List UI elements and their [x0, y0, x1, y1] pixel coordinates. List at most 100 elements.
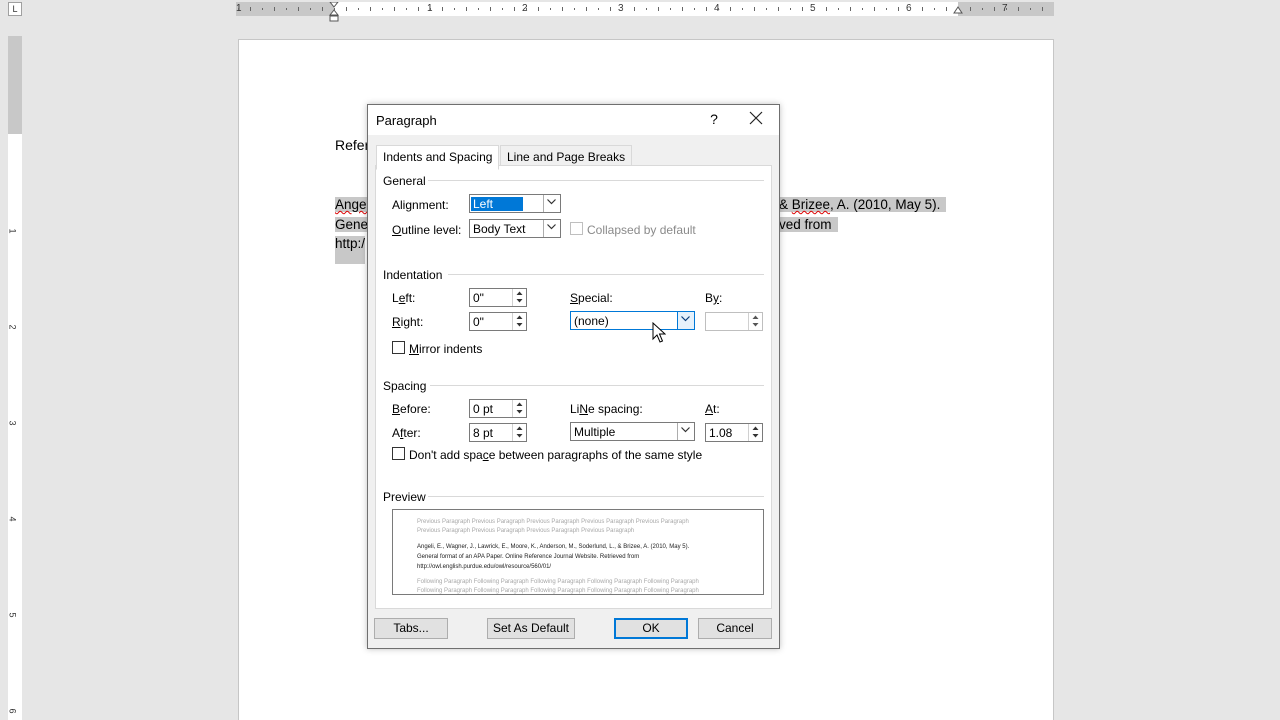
tab-line-and-page-breaks[interactable]: Line and Page Breaks — [500, 145, 633, 167]
before-spacing-value: 0 pt — [473, 402, 494, 416]
spin-down-icon[interactable] — [513, 297, 526, 305]
outline-level-label: Outline level: — [392, 223, 461, 237]
document-text-line: Gene — [335, 217, 369, 232]
document-text-line: http:/ — [335, 236, 366, 264]
ruler-tick — [778, 7, 779, 11]
label-part: Li — [570, 402, 580, 416]
spin-up-icon[interactable] — [513, 424, 526, 432]
preview-following-line: Following Paragraph Following Paragraph … — [417, 579, 699, 585]
stepper-buttons[interactable] — [512, 424, 526, 441]
ruler-tick — [538, 7, 539, 11]
ruler-tick — [454, 8, 455, 10]
collapsed-by-default-checkbox[interactable] — [570, 222, 583, 235]
outline-level-select[interactable]: Body Text — [469, 219, 561, 238]
spin-down-icon[interactable] — [749, 432, 762, 440]
spin-up-icon[interactable] — [513, 289, 526, 297]
stepper-buttons[interactable] — [512, 400, 526, 417]
spin-down-icon[interactable] — [513, 432, 526, 440]
by-label: By: — [705, 291, 722, 305]
spin-up-icon[interactable] — [513, 313, 526, 321]
line-spacing-label: LiNe spacing: — [570, 402, 643, 416]
chevron-down-icon[interactable] — [543, 195, 560, 212]
ruler-tick — [934, 8, 935, 10]
ruler-number: 4 — [7, 516, 18, 522]
tab-indents-and-spacing[interactable]: Indents and Spacing — [376, 145, 500, 170]
ruler-tick — [886, 8, 887, 10]
horizontal-ruler[interactable]: 1 1 2 3 4 5 6 7 — [236, 2, 1054, 22]
stepper-buttons[interactable] — [512, 313, 526, 330]
ruler-tick — [1030, 8, 1031, 10]
ruler-tick — [1006, 8, 1007, 10]
stepper-buttons[interactable] — [512, 289, 526, 306]
dont-add-space-checkbox[interactable] — [392, 447, 405, 460]
ruler-top-margin — [8, 36, 22, 134]
spin-down-icon[interactable] — [749, 321, 762, 329]
label-part: N — [579, 402, 589, 416]
left-indent-stepper[interactable]: 0" — [469, 288, 527, 307]
spin-down-icon[interactable] — [513, 321, 526, 329]
ruler-tick — [262, 8, 263, 10]
alignment-select[interactable]: Left — [469, 194, 561, 213]
label-part: nment: — [412, 198, 449, 212]
chevron-down-icon[interactable] — [677, 312, 694, 329]
left-indent-value: 0" — [473, 291, 484, 305]
help-button[interactable]: ? — [706, 111, 722, 127]
ruler-tick — [406, 8, 407, 10]
preview-text-line: Angeli, E., Wagner, J., Lawrick, E., Moo… — [417, 544, 690, 550]
at-stepper[interactable]: 1.08 — [705, 423, 763, 442]
ruler-tick — [730, 7, 731, 11]
ok-button[interactable]: OK — [614, 618, 688, 639]
mouse-pointer-icon — [652, 322, 666, 343]
ruler-number: 1 — [7, 228, 18, 234]
ruler-tick — [1018, 7, 1019, 11]
document-text: Brizee — [791, 197, 831, 212]
stepper-buttons[interactable] — [748, 313, 762, 330]
right-indent-value: 0" — [473, 315, 484, 329]
label-part: pecial: — [578, 291, 613, 305]
ruler-tick — [718, 8, 719, 10]
ruler-tick — [766, 8, 767, 10]
ruler-tick — [598, 8, 599, 10]
right-indent-marker-icon[interactable] — [953, 4, 963, 14]
label-part: A — [705, 402, 714, 416]
right-indent-stepper[interactable]: 0" — [469, 312, 527, 331]
after-spacing-value: 8 pt — [473, 426, 494, 440]
tabs-button[interactable]: Tabs... — [374, 618, 448, 639]
chevron-down-icon[interactable] — [543, 220, 560, 237]
document-text-line: Angel — [335, 197, 370, 212]
vertical-ruler[interactable]: 1 2 3 4 5 6 — [8, 36, 22, 720]
ruler-tick — [358, 8, 359, 10]
spin-up-icon[interactable] — [513, 400, 526, 408]
chevron-down-icon[interactable] — [677, 423, 694, 440]
spin-up-icon[interactable] — [749, 424, 762, 432]
spin-down-icon[interactable] — [513, 408, 526, 416]
by-stepper[interactable] — [705, 312, 763, 331]
label-part: t: — [713, 402, 720, 416]
before-spacing-stepper[interactable]: 0 pt — [469, 399, 527, 418]
cancel-button[interactable]: Cancel — [698, 618, 772, 639]
special-indent-select[interactable]: (none) — [570, 311, 695, 330]
ruler-tick — [982, 8, 983, 10]
stepper-buttons[interactable] — [748, 424, 762, 441]
label-part: efore: — [400, 402, 431, 416]
indent-marker-icon[interactable] — [329, 2, 339, 22]
spin-up-icon[interactable] — [749, 313, 762, 321]
close-icon[interactable] — [748, 110, 764, 126]
section-divider — [448, 274, 764, 275]
label-part: Don't add spa — [409, 448, 483, 462]
label-part: M — [409, 342, 419, 356]
ruler-tick — [502, 8, 503, 10]
label-part: e spacing: — [588, 402, 643, 416]
set-as-default-button[interactable]: Set As Default — [487, 618, 575, 639]
dialog-titlebar: Paragraph ? — [368, 105, 779, 135]
mirror-indents-checkbox[interactable] — [392, 341, 405, 354]
dialog-title: Paragraph — [376, 113, 437, 128]
ruler-tick — [442, 7, 443, 11]
ruler-tick — [910, 8, 911, 10]
ruler-tick — [790, 8, 791, 10]
after-spacing-stepper[interactable]: 8 pt — [469, 423, 527, 442]
section-divider — [428, 496, 764, 497]
line-spacing-select[interactable]: Multiple — [570, 422, 695, 441]
tab-selector-button[interactable]: L — [8, 2, 22, 16]
label-part: irror indents — [419, 342, 483, 356]
